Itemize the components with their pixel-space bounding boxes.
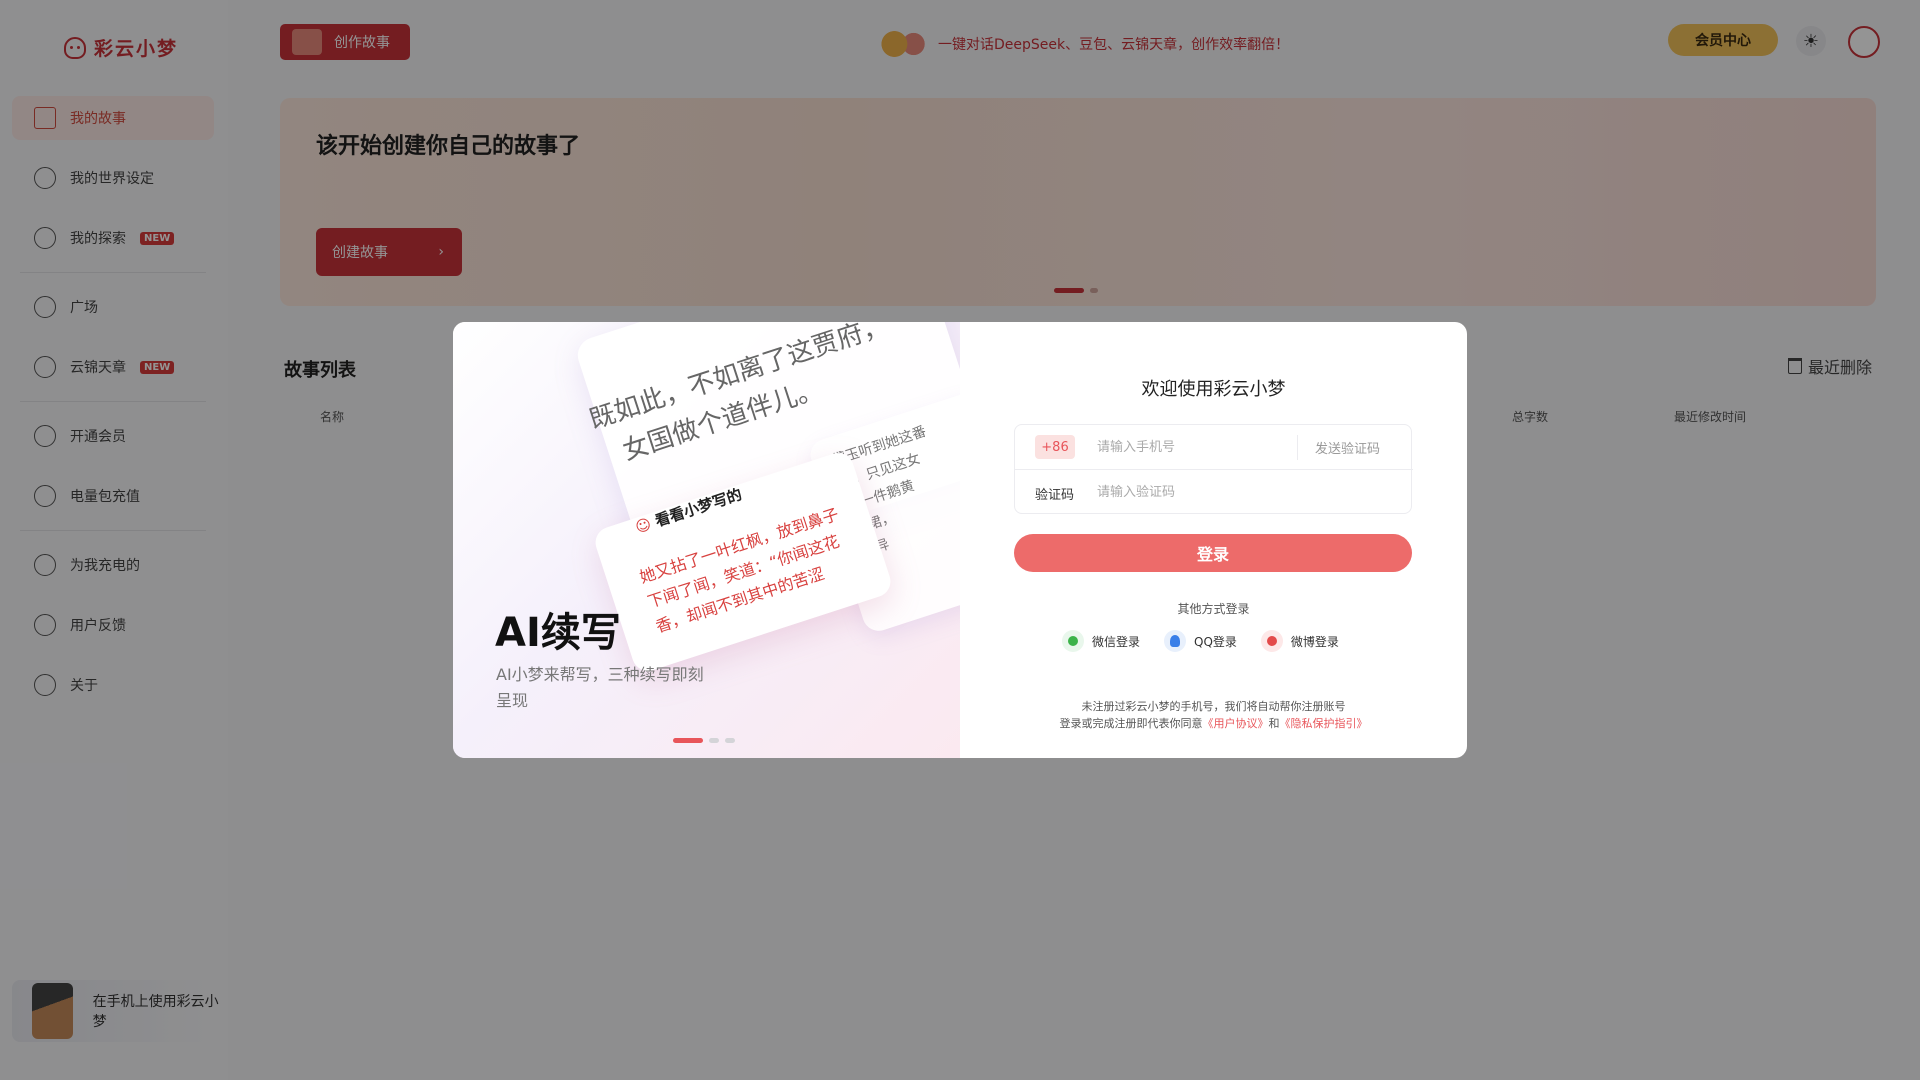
terms-and: 和 — [1268, 717, 1280, 730]
login-button[interactable]: 登录 — [1014, 534, 1412, 572]
carousel-dot[interactable] — [709, 738, 719, 743]
qq-login-label: QQ登录 — [1194, 634, 1237, 649]
wechat-login-button[interactable]: 微信登录 — [1062, 630, 1140, 652]
weibo-icon — [1260, 630, 1283, 652]
login-panel: 欢迎使用彩云小梦 +86 发送验证码 验证码 登录 其他方式登录 微信登录 QQ… — [960, 322, 1467, 758]
user-agreement-link[interactable]: 《用户协议》 — [1203, 717, 1269, 730]
privacy-guide-link[interactable]: 《隐私保护指引》 — [1280, 717, 1368, 730]
phone-row: +86 发送验证码 — [1015, 425, 1413, 470]
code-row: 验证码 — [1015, 470, 1413, 515]
country-code-select[interactable]: +86 — [1035, 435, 1075, 459]
login-form: +86 发送验证码 验证码 — [1014, 424, 1413, 515]
carousel-pagination — [673, 738, 735, 743]
other-login-title: 其他方式登录 — [1177, 602, 1250, 616]
terms-line-1: 未注册过彩云小梦的手机号，我们将自动帮你注册账号 — [1081, 700, 1346, 713]
feature-carousel: 既如此，不如离了这贾府， 女国做个道伴儿。 黛玉听到她这番 定。只见这女 穿一件… — [453, 322, 960, 758]
carousel-dot-active[interactable] — [673, 738, 703, 743]
social-login-group: 微信登录 QQ登录 微博登录 — [1062, 630, 1339, 652]
send-code-button[interactable]: 发送验证码 — [1315, 438, 1380, 457]
terms-line-2: 登录或完成注册即代表你同意《用户协议》和《隐私保护指引》 — [960, 715, 1467, 732]
wechat-icon — [1062, 630, 1084, 652]
qq-icon — [1164, 630, 1187, 652]
code-label: 验证码 — [1035, 488, 1075, 503]
weibo-login-button[interactable]: 微博登录 — [1260, 630, 1339, 652]
phone-input[interactable] — [1097, 433, 1287, 461]
wechat-login-label: 微信登录 — [1092, 634, 1141, 649]
terms-prefix: 登录或完成注册即代表你同意 — [1059, 717, 1203, 730]
qq-login-button[interactable]: QQ登录 — [1164, 630, 1237, 652]
weibo-login-label: 微博登录 — [1290, 634, 1339, 649]
terms-notice: 未注册过彩云小梦的手机号，我们将自动帮你注册账号 登录或完成注册即代表你同意《用… — [960, 698, 1467, 732]
carousel-dot[interactable] — [725, 738, 735, 743]
slide-subtitle: AI小梦来帮写，三种续写即刻呈现 — [496, 665, 704, 710]
slide-title: AI续写 — [495, 610, 621, 656]
divider — [1297, 435, 1298, 460]
login-title: 欢迎使用彩云小梦 — [1141, 379, 1286, 400]
verification-code-input[interactable] — [1097, 478, 1387, 506]
login-modal: 既如此，不如离了这贾府， 女国做个道伴儿。 黛玉听到她这番 定。只见这女 穿一件… — [453, 322, 1467, 758]
